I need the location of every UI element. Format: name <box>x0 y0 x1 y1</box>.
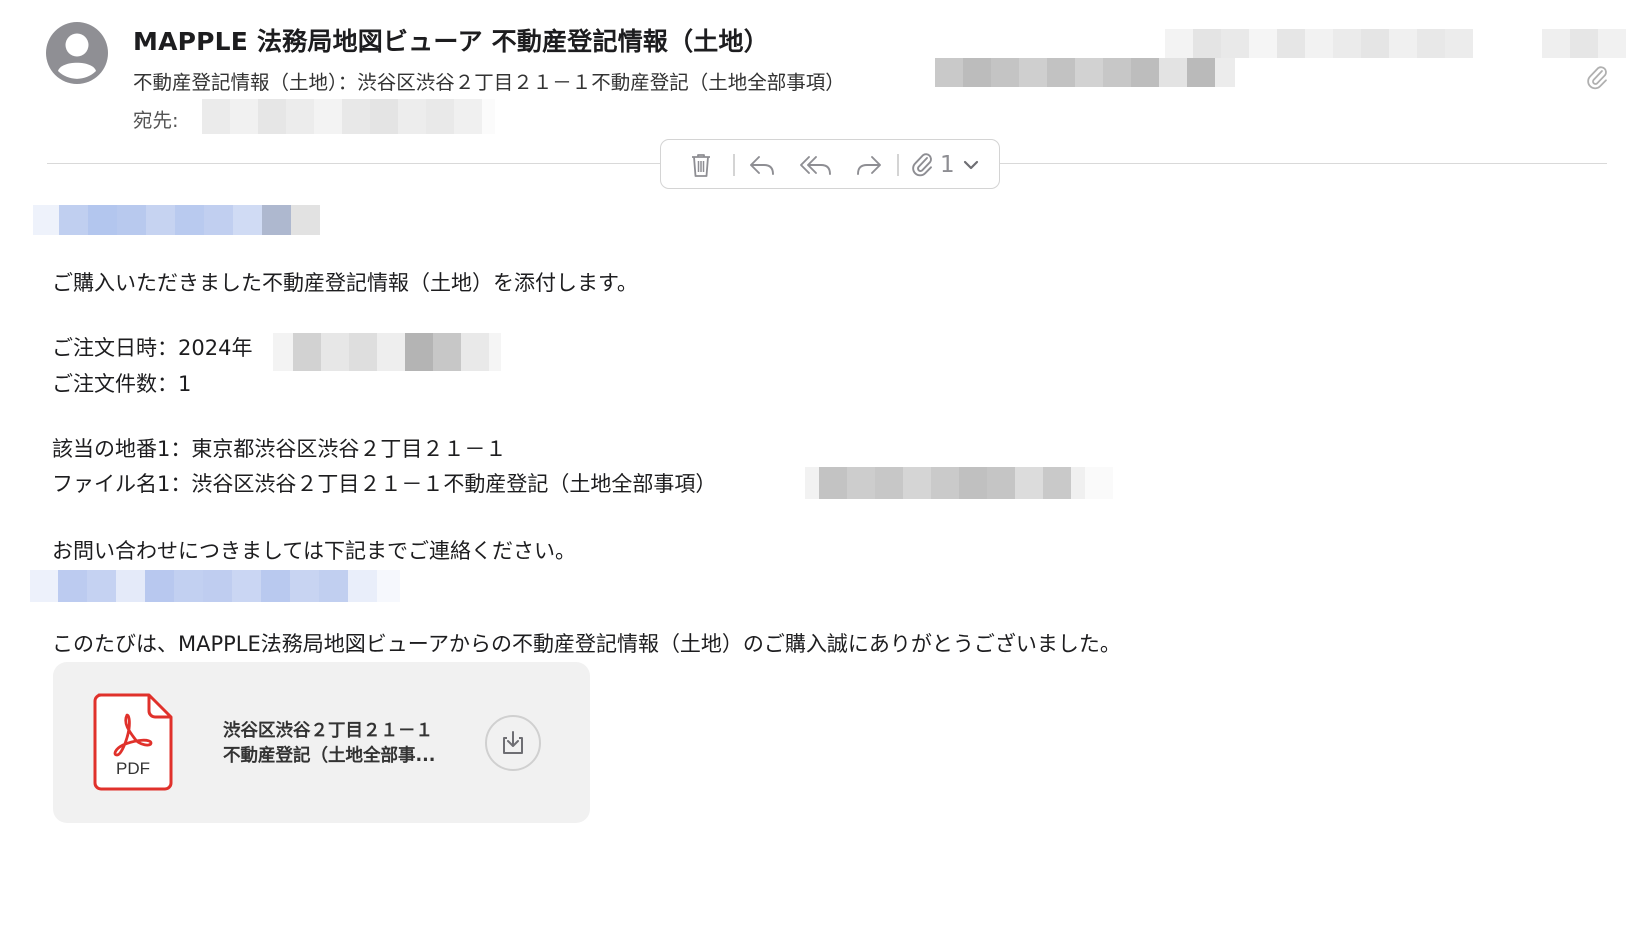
attachment-name-line2: 不動産登記（土地全部事... <box>223 746 436 766</box>
attachments-menu-button[interactable] <box>959 140 983 190</box>
forward-button[interactable] <box>847 140 891 190</box>
trash-icon <box>692 154 710 177</box>
reply-icon <box>750 156 774 175</box>
redacted-time <box>1542 29 1626 58</box>
mail-message-view: MAPPLE 法務局地図ビューア 不動産登記情報（土地） 不動産登記情報（土地）… <box>0 0 1640 934</box>
contact-note: お問い合わせにつきましては下記までご連絡ください。 <box>52 539 576 563</box>
message-toolbar: 1 <box>660 139 1000 189</box>
paperclip-icon <box>912 153 932 177</box>
delete-button[interactable] <box>681 140 721 190</box>
redacted-file-name-tail <box>805 467 1113 499</box>
attachment-indicator-icon <box>1587 66 1607 90</box>
to-label: 宛先: <box>133 109 179 132</box>
redacted-order-date <box>273 333 501 371</box>
chevron-down-icon <box>963 160 979 170</box>
reply-button[interactable] <box>740 140 784 190</box>
redacted-date <box>1165 29 1517 58</box>
redacted-subject-tail <box>935 58 1235 87</box>
reply-all-button[interactable] <box>791 140 841 190</box>
download-button[interactable] <box>485 715 541 771</box>
toolbar-separator <box>897 154 899 176</box>
sender-name: MAPPLE 法務局地図ビューア 不動産登記情報（土地） <box>133 27 769 56</box>
redacted-recipient <box>202 99 495 134</box>
toolbar-separator <box>733 154 735 176</box>
lot-number: 該当の地番1：東京都渋谷区渋谷２丁目２１－１ <box>52 437 507 461</box>
body-intro: ご購入いただきました不動産登記情報（土地）を添付します。 <box>52 271 638 295</box>
attachment-name-line1: 渋谷区渋谷２丁目２１－１ <box>223 721 433 741</box>
order-count: ご注文件数：1 <box>52 372 192 396</box>
file-name: ファイル名1：渋谷区渋谷２丁目２１－１不動産登記（土地全部事項） <box>52 472 717 496</box>
download-icon <box>503 731 523 754</box>
thanks-line: このたびは、MAPPLE法務局地図ビューアからの不動産登記情報（土地）のご購入誠… <box>52 632 1121 656</box>
avatar-icon <box>46 22 108 84</box>
pdf-type-label: PDF <box>116 759 150 778</box>
attachments-button[interactable] <box>905 140 939 190</box>
forward-icon <box>857 156 881 175</box>
order-date: ご注文日時：2024年 <box>52 336 253 360</box>
subject-line: 不動産登記情報（土地）：渋谷区渋谷２丁目２１－１不動産登記（土地全部事項） <box>133 71 845 94</box>
attachment-count[interactable]: 1 <box>940 140 955 190</box>
redacted-greeting <box>33 205 353 235</box>
pdf-file-icon: PDF <box>93 693 173 791</box>
reply-all-icon <box>800 156 831 175</box>
redacted-contact-link[interactable] <box>30 570 410 602</box>
attachment-card[interactable]: PDF 渋谷区渋谷２丁目２１－１ 不動産登記（土地全部事... <box>53 662 590 823</box>
